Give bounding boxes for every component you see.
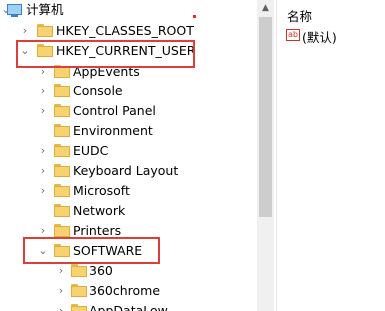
vertical-scrollbar[interactable]: ▲: [257, 0, 274, 311]
scroll-up-arrow-icon[interactable]: ▲: [257, 0, 274, 17]
folder-icon: [54, 144, 70, 158]
chevron-right-icon[interactable]: ›: [55, 261, 67, 281]
folder-icon: [71, 284, 87, 298]
chevron-right-icon[interactable]: ›: [37, 181, 49, 201]
chevron-right-icon[interactable]: ›: [37, 101, 49, 121]
default-value-entry[interactable]: (默认): [302, 27, 337, 46]
chevron-right-icon[interactable]: ›: [37, 141, 49, 161]
chevron-right-icon[interactable]: ›: [55, 301, 67, 311]
folder-icon: [54, 124, 70, 138]
folder-icon: [71, 304, 87, 311]
tree-item-console[interactable]: › Console: [0, 81, 257, 101]
red-mark: [193, 15, 196, 18]
tree-root-label: 计算机: [26, 2, 64, 17]
folder-icon: [54, 84, 70, 98]
folder-icon: [54, 104, 70, 118]
tree-item-network[interactable]: Network: [0, 201, 257, 221]
chevron-right-icon[interactable]: ›: [19, 21, 31, 41]
tree-item-appdatalow[interactable]: › AppDataLow: [0, 301, 257, 311]
tree-item-environment[interactable]: Environment: [0, 121, 257, 141]
tree-item-control-panel[interactable]: › Control Panel: [0, 101, 257, 121]
folder-icon: [37, 24, 53, 38]
chevron-right-icon[interactable]: ›: [37, 81, 49, 101]
folder-icon: [71, 264, 87, 278]
computer-icon: [7, 4, 22, 15]
highlight-box-hkcu: [16, 40, 195, 68]
folder-icon: [54, 204, 70, 218]
tree-item-360chrome[interactable]: › 360chrome: [0, 281, 257, 301]
chevron-right-icon[interactable]: ›: [55, 281, 67, 301]
tree-item-microsoft[interactable]: › Microsoft: [0, 181, 257, 201]
tree-item-360[interactable]: › 360: [0, 261, 257, 281]
tree-item-keyboard-layout[interactable]: › Keyboard Layout: [0, 161, 257, 181]
tree-root[interactable]: ⌄ 计算机: [0, 0, 257, 20]
tree-item-hkey-classes-root[interactable]: › HKEY_CLASSES_ROOT: [0, 21, 257, 41]
highlight-box-software: [23, 237, 160, 264]
scrollbar-thumb[interactable]: [259, 17, 272, 217]
string-value-icon: ab: [286, 29, 300, 41]
chevron-right-icon[interactable]: ›: [37, 161, 49, 181]
folder-icon: [54, 184, 70, 198]
registry-tree: ⌄ 计算机 › HKEY_CLASSES_ROOT ⌄ HKEY_CURRENT…: [0, 0, 257, 311]
pane-divider[interactable]: [276, 0, 277, 311]
folder-icon: [54, 224, 70, 238]
folder-icon: [54, 164, 70, 178]
tree-item-eudc[interactable]: › EUDC: [0, 141, 257, 161]
column-header-name[interactable]: 名称: [287, 6, 312, 25]
